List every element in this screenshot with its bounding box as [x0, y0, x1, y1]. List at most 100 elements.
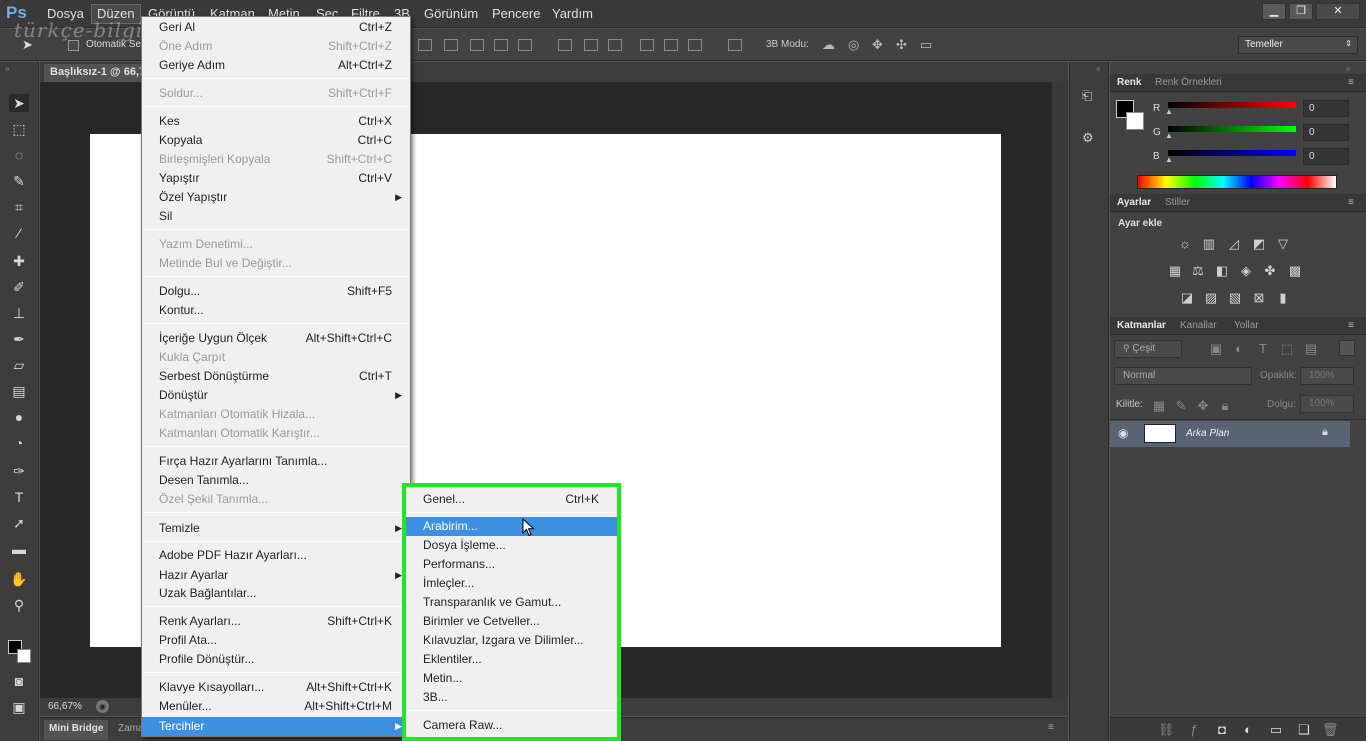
lock-transparent-icon[interactable]: ▦ [1151, 399, 1167, 413]
g-value[interactable]: 0 [1303, 124, 1349, 141]
channel-mixer-icon[interactable]: ✤ [1262, 264, 1278, 278]
brightness-icon[interactable]: ☼ [1177, 237, 1193, 251]
tab-ayarlar[interactable]: Ayarlar [1117, 197, 1151, 208]
menu-item-geri-al[interactable]: Geri Al Ctrl+Z [142, 18, 410, 37]
zoom-level[interactable]: 66,67% [48, 701, 82, 712]
menu-item-arabirim[interactable]: Arabirim... [406, 517, 617, 536]
tab-mini-bridge[interactable]: Mini Bridge [44, 720, 109, 740]
minimize-button[interactable]: ▁ [1262, 3, 1286, 20]
color-spectrum[interactable] [1137, 175, 1337, 189]
menu-item-profile-donustur[interactable]: Profile Dönüştür... [142, 650, 410, 669]
posterize-icon[interactable]: ▨ [1203, 291, 1219, 305]
path-selection-tool-icon[interactable]: ➚ [9, 514, 29, 532]
menu-item-ozel-sekil-tanimla[interactable]: Özel Şekil Tanımla... [142, 490, 410, 509]
menu-pencere[interactable]: Pencere [492, 6, 540, 21]
menu-item-3b[interactable]: 3B... [406, 688, 617, 707]
background-color-swatch[interactable] [17, 649, 31, 663]
menu-item-firca-hazir-ayarlari[interactable]: Fırça Hazır Ayarlarını Tanımla... [142, 452, 410, 471]
menu-item-performans[interactable]: Performans... [406, 555, 617, 574]
tab-timeline[interactable]: Zama [118, 723, 144, 734]
menu-item-camera-raw[interactable]: Camera Raw... [406, 716, 617, 735]
fill-field[interactable]: 100% [1300, 395, 1354, 413]
gradient-map-icon[interactable]: ▮ [1275, 291, 1291, 305]
distribute-bottom-icon[interactable] [608, 39, 622, 51]
slider-handle-icon[interactable]: ▲ [1165, 107, 1173, 116]
lock-pixels-icon[interactable]: ✎ [1173, 399, 1189, 413]
vertical-scrollbar[interactable] [1052, 82, 1068, 698]
type-tool-icon[interactable]: T [9, 488, 29, 506]
quick-mask-icon[interactable]: ◙ [9, 672, 29, 690]
expand-icon[interactable]: « [1096, 64, 1100, 73]
exposure-icon[interactable]: ◩ [1251, 237, 1267, 251]
distribute-hcenter-icon[interactable] [664, 39, 678, 51]
dodge-tool-icon[interactable]: ◔ [9, 434, 29, 452]
adjustment-filter-icon[interactable]: ◐ [1231, 342, 1247, 356]
collapse-icon[interactable]: » [5, 64, 9, 73]
vibrance-icon[interactable]: ▽ [1275, 237, 1291, 251]
r-value[interactable]: 0 [1303, 100, 1349, 117]
healing-brush-tool-icon[interactable]: ✚ [9, 252, 29, 270]
3d-roll-icon[interactable]: ◎ [848, 37, 859, 53]
rectangle-tool-icon[interactable]: ▬ [9, 540, 29, 558]
menu-item-genel[interactable]: Genel... Ctrl+K [406, 490, 617, 509]
menu-item-ozel-yapistir[interactable]: Özel Yapıştır ▶ [142, 188, 410, 207]
menu-item-transparanlik[interactable]: Transparanlık ve Gamut... [406, 593, 617, 612]
layer-name[interactable]: Arka Plan [1186, 428, 1229, 439]
tab-kanallar[interactable]: Kanallar [1180, 320, 1217, 331]
pixel-filter-icon[interactable]: ▣ [1208, 342, 1224, 356]
panel-menu-icon[interactable]: ≡ [1348, 77, 1354, 88]
threshold-icon[interactable]: ▧ [1227, 291, 1243, 305]
b-value[interactable]: 0 [1303, 148, 1349, 165]
menu-item-kilavuzlar[interactable]: Kılavuzlar, Izgara ve Dilimler... [406, 631, 617, 650]
menu-item-hazir-ayarlar[interactable]: Hazır Ayarlar ▶ [142, 566, 410, 585]
menu-item-kontur[interactable]: Kontur... [142, 301, 410, 320]
align-vcenter-icon[interactable] [444, 39, 458, 51]
history-panel-icon[interactable]: ⎗ [1082, 88, 1098, 106]
menu-item-one-adim[interactable]: Öne Adım Shift+Ctrl+Z [142, 37, 410, 56]
menu-item-kes[interactable]: Kes Ctrl+X [142, 112, 410, 131]
black-white-icon[interactable]: ◧ [1214, 264, 1230, 278]
3d-rotate-icon[interactable]: ☁ [822, 37, 835, 53]
gradient-tool-icon[interactable]: ▤ [9, 382, 29, 400]
menu-item-sil[interactable]: Sil [142, 207, 410, 226]
delete-layer-icon[interactable]: 🗑︎ [1322, 723, 1339, 737]
link-layers-icon[interactable]: ⛓ [1158, 723, 1175, 737]
menu-item-tercihler[interactable]: Tercihler ▶ [142, 717, 410, 736]
menu-item-yazim-denetimi[interactable]: Yazım Denetimi... [142, 235, 410, 254]
menu-item-dolgu[interactable]: Dolgu... Shift+F5 [142, 282, 410, 301]
tab-renk[interactable]: Renk [1117, 77, 1141, 88]
opacity-field[interactable]: 100% [1300, 367, 1354, 385]
smart-object-filter-icon[interactable]: ▤ [1303, 342, 1319, 356]
zoom-tool-icon[interactable]: ⚲ [9, 596, 29, 614]
levels-icon[interactable]: ▥ [1201, 237, 1217, 251]
menu-item-imlecler[interactable]: İmleçler... [406, 574, 617, 593]
menu-item-profil-ata[interactable]: Profil Ata... [142, 631, 410, 650]
menu-item-otomatik-hizala[interactable]: Katmanları Otomatik Hizala... [142, 405, 410, 424]
menu-item-birlesmisleri-kopyala[interactable]: Birleşmişleri Kopyala Shift+Ctrl+C [142, 150, 410, 169]
invert-icon[interactable]: ◪ [1179, 291, 1195, 305]
menu-item-temizle[interactable]: Temizle ▶ [142, 519, 410, 538]
menu-item-metinde-bul[interactable]: Metinde Bul ve Değiştir... [142, 254, 410, 273]
menu-item-renk-ayarlari[interactable]: Renk Ayarları... Shift+Ctrl+K [142, 612, 410, 631]
b-slider[interactable] [1168, 150, 1296, 156]
distribute-top-icon[interactable] [558, 39, 572, 51]
selective-color-icon[interactable]: ⊠ [1251, 291, 1267, 305]
align-left-icon[interactable] [494, 39, 508, 51]
brush-tool-icon[interactable]: ✐ [9, 278, 29, 296]
history-brush-tool-icon[interactable]: ✒ [9, 330, 29, 348]
menu-gorunum[interactable]: Görünüm [424, 6, 478, 21]
distribute-right-icon[interactable] [688, 39, 702, 51]
filter-toggle[interactable] [1339, 340, 1355, 356]
tab-renk-ornekleri[interactable]: Renk Örnekleri [1155, 77, 1222, 88]
fx-icon[interactable]: ƒ [1186, 723, 1202, 737]
maximize-button[interactable]: ❐ [1289, 3, 1313, 20]
lasso-tool-icon[interactable]: ◌ [9, 146, 29, 164]
new-adjustment-icon[interactable]: ◐ [1240, 723, 1256, 737]
eye-icon[interactable]: ◉ [1118, 426, 1128, 440]
3d-slide-icon[interactable]: ✣ [896, 37, 907, 53]
menu-item-dosya-isleme[interactable]: Dosya İşleme... [406, 536, 617, 555]
align-bottom-icon[interactable] [470, 39, 484, 51]
menu-item-uzak-baglantilar[interactable]: Uzak Bağlantılar... [142, 584, 410, 603]
move-tool-icon[interactable]: ➤ [9, 94, 29, 112]
slider-handle-icon[interactable]: ▲ [1165, 155, 1173, 164]
